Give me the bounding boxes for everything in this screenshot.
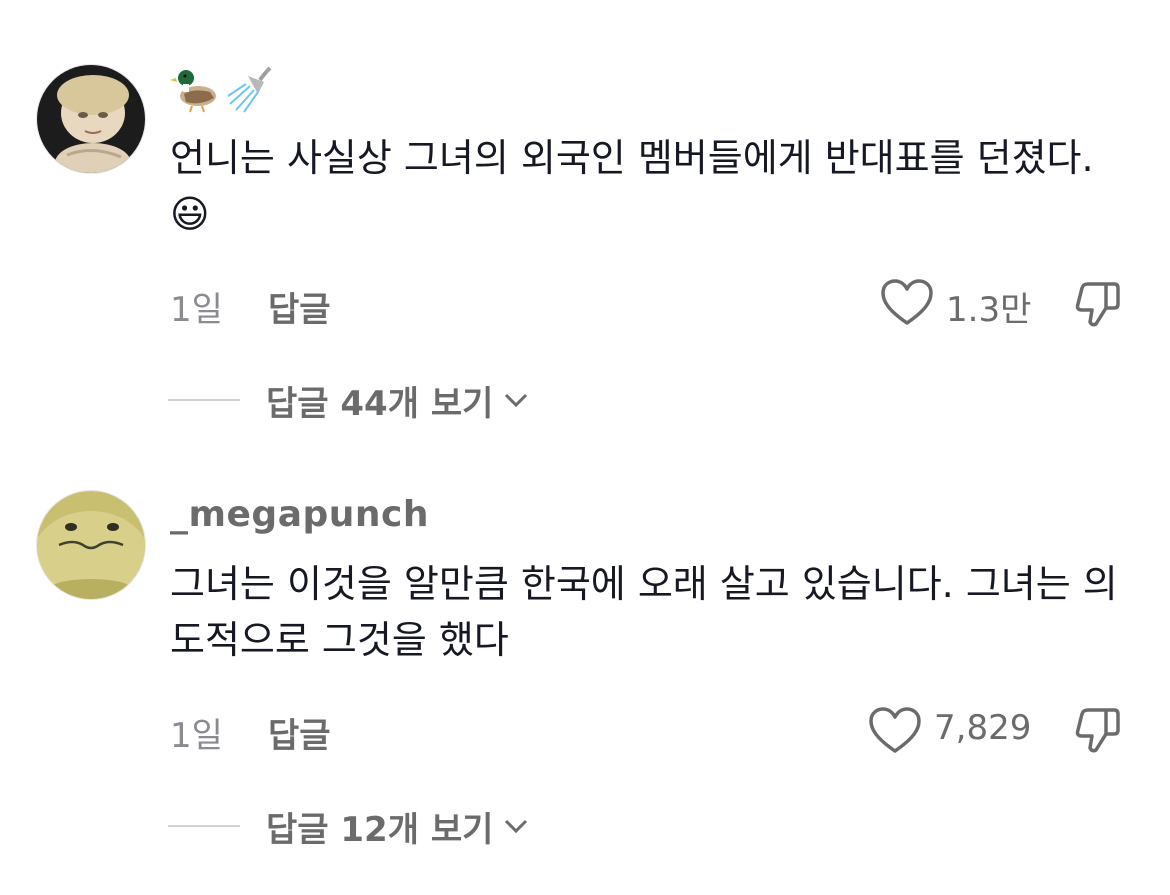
comment-time: 1일 bbox=[170, 716, 223, 756]
reply-button[interactable]: 답글 bbox=[268, 708, 331, 757]
avatar[interactable] bbox=[36, 490, 146, 600]
comment-text: 그녀는 이것을 알만큼 한국에 오래 살고 있습니다. 그녀는 의도적으로 그것… bbox=[170, 562, 1118, 662]
view-replies-label: 답글 12개 보기 bbox=[266, 809, 494, 850]
like-count: 7,829 bbox=[934, 708, 1032, 748]
view-replies-button[interactable]: 답글 12개 보기 bbox=[168, 806, 529, 850]
chevron-down-icon bbox=[505, 819, 528, 834]
comment-item: _megapunch 그녀는 이것을 알만큼 한국에 오래 살고 있습니다. 그… bbox=[0, 0, 1170, 895]
username[interactable]: _megapunch bbox=[170, 494, 429, 535]
heart-icon[interactable] bbox=[868, 706, 922, 756]
divider-line bbox=[168, 825, 240, 827]
thumbs-down-icon[interactable] bbox=[1072, 704, 1124, 756]
